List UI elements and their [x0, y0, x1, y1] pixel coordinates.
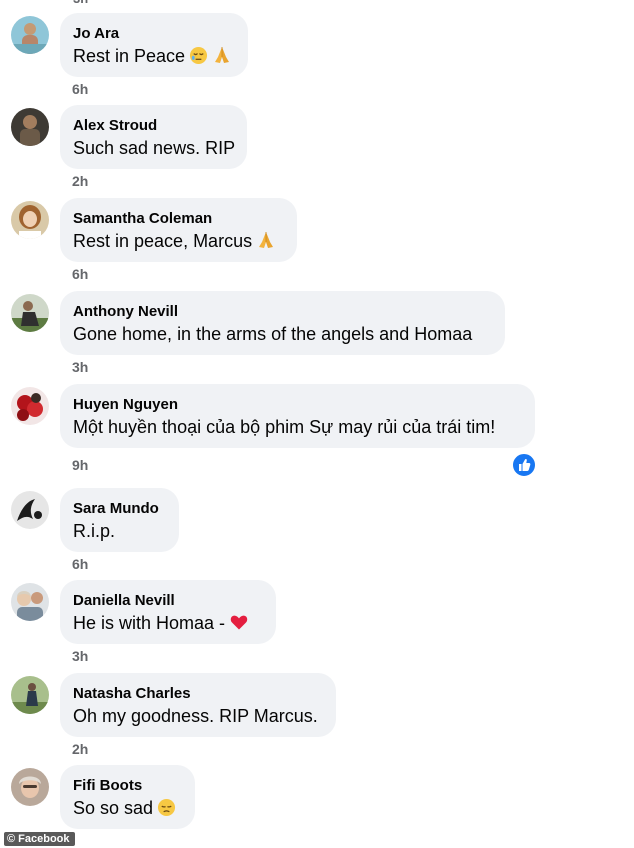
avatar[interactable] — [11, 491, 49, 529]
comment-text: Rest in peace, Marcus — [73, 229, 284, 256]
comment-bubble: Fifi Boots So so sad — [60, 765, 195, 829]
comment-author[interactable]: Samantha Coleman — [73, 209, 284, 228]
comment-text: R.i.p. — [73, 521, 116, 541]
sleepy-face-icon — [189, 46, 208, 71]
comment-text: Gone home, in the arms of the angels and… — [73, 324, 473, 344]
comment-text: He is with Homaa - — [73, 611, 263, 638]
avatar[interactable] — [11, 768, 49, 806]
comment-author[interactable]: Alex Stroud — [73, 116, 234, 135]
comment-text: Such sad news. RIP — [73, 138, 236, 158]
comment-author[interactable]: Huyen Nguyen — [73, 395, 522, 414]
avatar[interactable] — [11, 676, 49, 714]
like-icon[interactable] — [511, 452, 537, 478]
red-heart-icon — [229, 612, 249, 638]
comment-bubble: Jo Ara Rest in Peace — [60, 13, 248, 77]
comment-text: So so sad — [73, 796, 182, 823]
avatar[interactable] — [11, 108, 49, 146]
comment-author[interactable]: Anthony Nevill — [73, 302, 492, 321]
comment-time[interactable]: 3h — [72, 359, 88, 375]
copyright-watermark: © Facebook — [4, 832, 75, 846]
praying-hands-icon — [256, 230, 276, 256]
pensive-face-icon — [157, 798, 176, 823]
comment-author[interactable]: Jo Ara — [73, 24, 235, 43]
comment-time[interactable]: 9h — [72, 457, 88, 473]
comment-time[interactable]: 6h — [72, 81, 88, 97]
comment-time[interactable]: 2h — [72, 173, 88, 189]
comment-bubble: Anthony Nevill Gone home, in the arms of… — [60, 291, 505, 355]
comment-bubble: Huyen Nguyen Một huyền thoại của bộ phim… — [60, 384, 535, 448]
comment-text: Rest in Peace — [73, 44, 235, 71]
avatar[interactable] — [11, 583, 49, 621]
avatar[interactable] — [11, 294, 49, 332]
comment-author[interactable]: Daniella Nevill — [73, 591, 263, 610]
comment-bubble: Sara Mundo R.i.p. — [60, 488, 179, 552]
comment-bubble: Daniella Nevill He is with Homaa - — [60, 580, 276, 644]
comment-time[interactable]: 3h — [72, 648, 88, 664]
comment-bubble: Natasha Charles Oh my goodness. RIP Marc… — [60, 673, 336, 737]
comment-time[interactable]: 6h — [72, 556, 88, 572]
comment-bubble: Samantha Coleman Rest in peace, Marcus — [60, 198, 297, 262]
avatar[interactable] — [11, 387, 49, 425]
comment-time[interactable]: 2h — [72, 741, 88, 757]
comment-text: Oh my goodness. RIP Marcus. — [73, 706, 318, 726]
previous-comment-time[interactable]: 3h — [73, 0, 88, 6]
comment-bubble: Alex Stroud Such sad news. RIP — [60, 105, 247, 169]
comment-time[interactable]: 6h — [72, 266, 88, 282]
avatar[interactable] — [11, 16, 49, 54]
avatar[interactable] — [11, 201, 49, 239]
praying-hands-icon — [212, 45, 232, 71]
comment-author[interactable]: Fifi Boots — [73, 776, 182, 795]
comment-author[interactable]: Sara Mundo — [73, 499, 166, 518]
comment-author[interactable]: Natasha Charles — [73, 684, 323, 703]
comment-text: Một huyền thoại của bộ phim Sự may rủi c… — [73, 417, 496, 437]
